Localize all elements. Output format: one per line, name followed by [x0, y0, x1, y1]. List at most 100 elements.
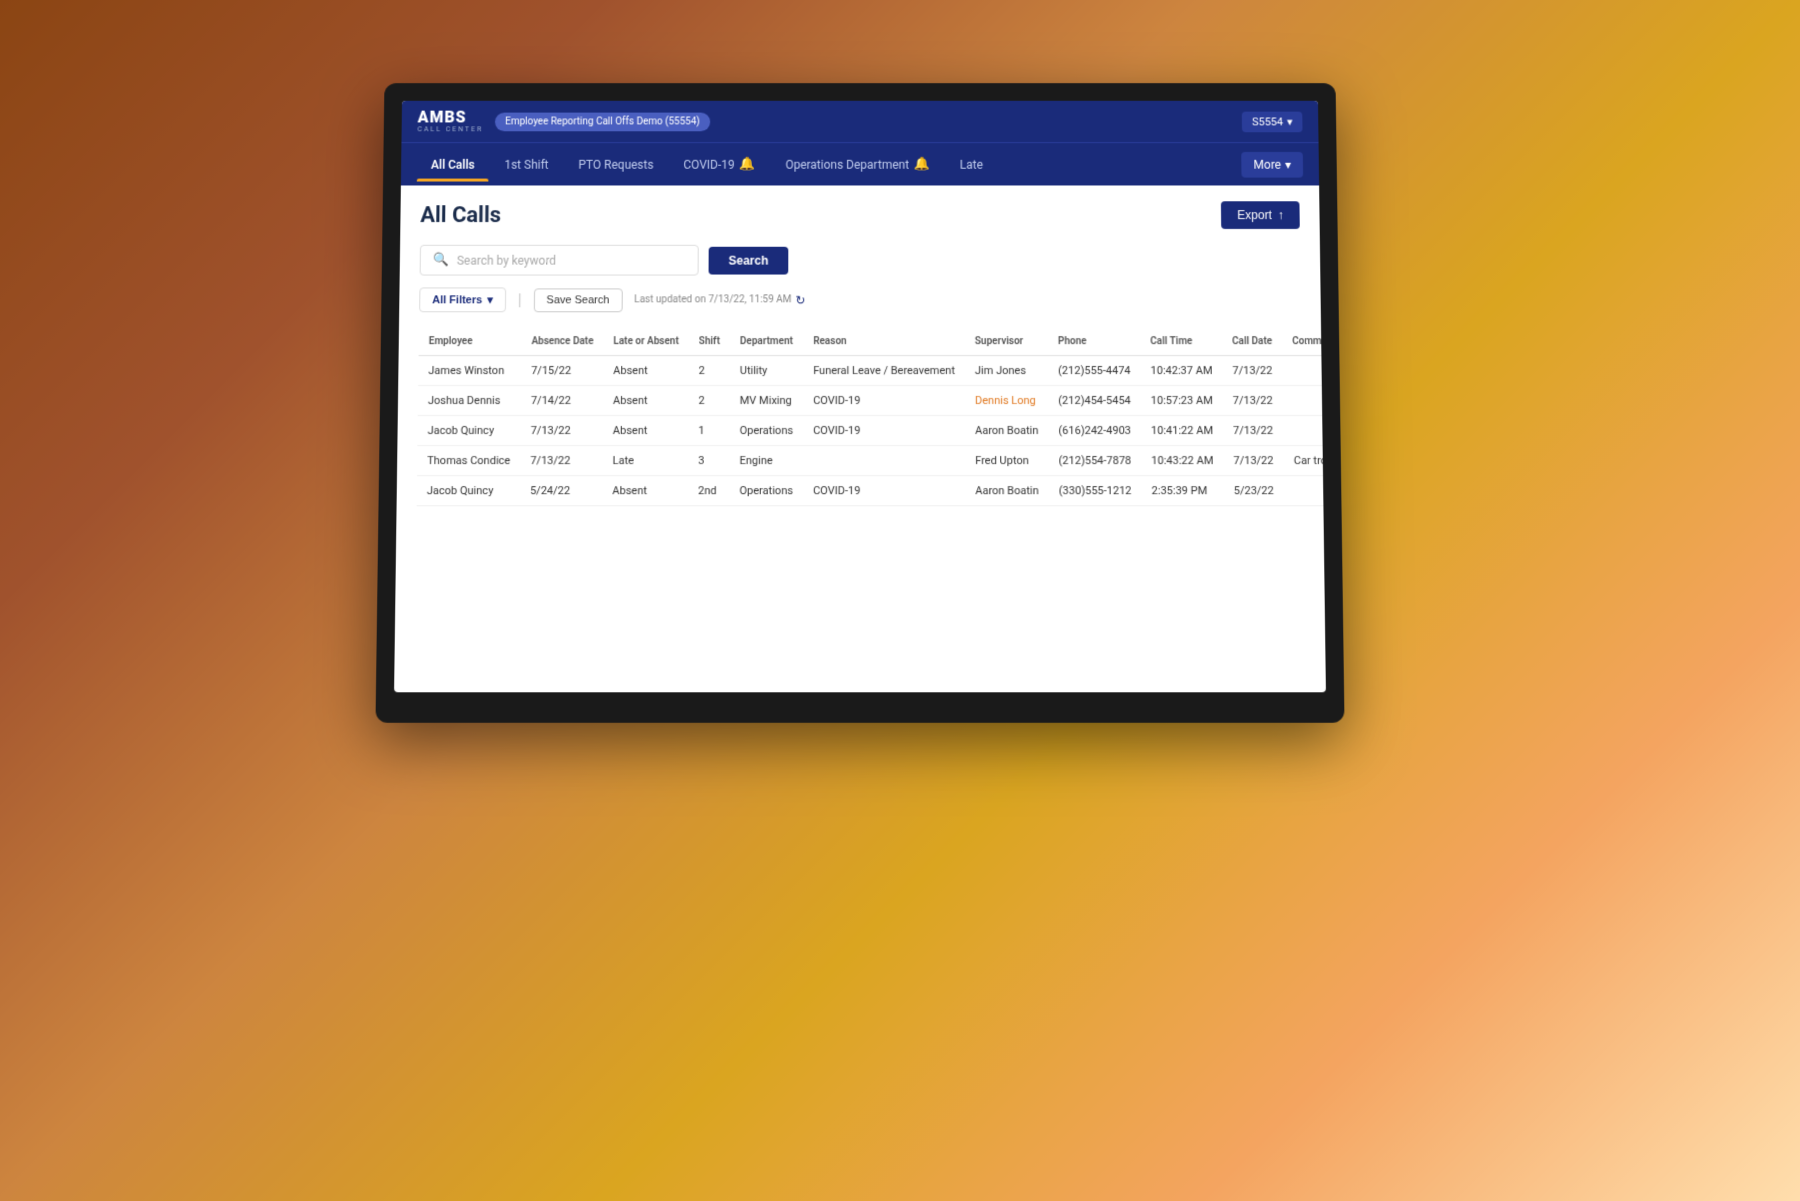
- user-id: S5554: [1252, 115, 1283, 128]
- table-row: Jacob Quincy 7/13/22 Absent 1 Operations…: [417, 415, 1326, 445]
- all-filters-button[interactable]: All Filters ▾: [419, 287, 506, 312]
- col-header-reason: Reason: [803, 328, 965, 355]
- cell-call-date: 7/13/22: [1223, 446, 1284, 476]
- last-updated-text: Last updated on 7/13/22, 11:59 AM: [634, 294, 791, 305]
- nav-item-1st-shift[interactable]: 1st Shift: [490, 149, 562, 179]
- cell-department: Utility: [730, 356, 803, 386]
- col-header-supervisor: Supervisor: [965, 328, 1048, 355]
- nav-item-covid19[interactable]: COVID-19 🔔: [669, 149, 769, 180]
- cell-shift: 1: [688, 415, 729, 445]
- nav-label-covid19: COVID-19: [683, 157, 734, 171]
- save-search-button[interactable]: Save Search: [533, 288, 622, 312]
- cell-call-time: 10:43:22 AM: [1141, 446, 1223, 476]
- cell-reason: COVID-19: [803, 476, 965, 506]
- cell-absence-date: 7/13/22: [520, 446, 603, 476]
- search-input[interactable]: Search by keyword: [457, 253, 556, 267]
- cell-phone: (212)554-7878: [1049, 446, 1142, 476]
- cell-call-date: 7/13/22: [1223, 386, 1284, 416]
- nav-label-all-calls: All Calls: [431, 157, 475, 171]
- search-button[interactable]: Search: [709, 246, 789, 274]
- cell-phone: (212)454-5454: [1048, 386, 1141, 416]
- cell-call-date: 7/13/22: [1223, 415, 1284, 445]
- nav-item-operations[interactable]: Operations Department 🔔: [771, 149, 944, 180]
- last-updated: Last updated on 7/13/22, 11:59 AM ↻: [634, 293, 805, 307]
- cell-absence-date: 5/24/22: [520, 476, 603, 506]
- logo-sub: CALL CENTER: [417, 125, 483, 133]
- data-table: Employee Absence Date Late or Absent Shi…: [417, 328, 1326, 506]
- cell-phone: (212)555-4474: [1048, 356, 1141, 386]
- cell-late-or-absent: Absent: [603, 386, 689, 416]
- export-icon: ↑: [1278, 208, 1284, 222]
- filter-dropdown-icon: ▾: [487, 293, 493, 306]
- nav-item-pto-requests[interactable]: PTO Requests: [564, 149, 667, 179]
- refresh-icon[interactable]: ↻: [796, 293, 806, 307]
- search-box: 🔍 Search by keyword: [420, 245, 699, 276]
- cell-supervisor[interactable]: Dennis Long: [965, 386, 1048, 416]
- nav-more-dropdown-icon: ▾: [1285, 157, 1291, 171]
- filter-row: All Filters ▾ | Save Search Last updated…: [419, 287, 1301, 312]
- nav-more-button[interactable]: More ▾: [1242, 151, 1304, 177]
- cell-reason: [803, 446, 965, 476]
- col-header-absence-date: Absence Date: [521, 328, 603, 355]
- table-header-row: Employee Absence Date Late or Absent Shi…: [419, 328, 1326, 355]
- cell-employee: Thomas Condice: [417, 446, 520, 476]
- cell-late-or-absent: Absent: [603, 356, 689, 386]
- col-header-call-time: Call Time: [1140, 328, 1222, 355]
- cell-late-or-absent: Late: [602, 446, 688, 476]
- search-icon: 🔍: [433, 253, 449, 268]
- nav-more-label: More: [1254, 157, 1282, 171]
- cell-department: Operations: [730, 415, 804, 445]
- cell-call-date: 5/23/22: [1224, 476, 1285, 506]
- cell-shift: 2: [689, 356, 730, 386]
- cell-supervisor: Jim Jones: [965, 356, 1048, 386]
- cell-supervisor: Aaron Boatin: [965, 476, 1049, 506]
- col-header-shift: Shift: [689, 328, 730, 355]
- col-header-call-date: Call Date: [1222, 328, 1282, 355]
- col-header-late-or-absent: Late or Absent: [603, 328, 689, 355]
- cell-department: MV Mixing: [730, 386, 803, 416]
- cell-supervisor: Aaron Boatin: [965, 415, 1049, 445]
- main-content: All Calls Export ↑ 🔍 Search by keyword S…: [396, 185, 1323, 522]
- laptop-wrapper: AMBS CALL CENTER Employee Reporting Call…: [380, 80, 1430, 980]
- cell-call-time: 10:41:22 AM: [1141, 415, 1223, 445]
- cell-phone: (616)242-4903: [1048, 415, 1141, 445]
- nav-bar: All Calls 1st Shift PTO Requests COVID-1…: [401, 142, 1319, 185]
- cell-absence-date: 7/15/22: [521, 356, 603, 386]
- all-filters-label: All Filters: [432, 294, 482, 306]
- export-button[interactable]: Export ↑: [1221, 201, 1300, 229]
- cell-comments: Car trouble: [1284, 446, 1326, 476]
- cell-absence-date: 7/14/22: [521, 386, 603, 416]
- cell-call-time: 10:42:37 AM: [1140, 356, 1222, 386]
- cell-employee: Jacob Quincy: [417, 415, 520, 445]
- cell-department: Engine: [729, 446, 803, 476]
- table-row: Thomas Condice 7/13/22 Late 3 Engine Fre…: [417, 446, 1326, 476]
- col-header-phone: Phone: [1048, 328, 1140, 355]
- cell-reason: COVID-19: [803, 415, 965, 445]
- nav-label-late: Late: [960, 157, 983, 171]
- screen-inner: AMBS CALL CENTER Employee Reporting Call…: [394, 101, 1326, 692]
- nav-label-pto-requests: PTO Requests: [578, 157, 653, 171]
- divider: |: [518, 290, 522, 309]
- nav-item-all-calls[interactable]: All Calls: [417, 149, 489, 179]
- page-title: All Calls: [420, 203, 501, 228]
- cell-shift: 2nd: [688, 476, 729, 506]
- cell-reason: COVID-19: [803, 386, 965, 416]
- cell-employee: James Winston: [418, 356, 521, 386]
- cell-employee: Joshua Dennis: [418, 386, 521, 416]
- nav-item-late[interactable]: Late: [946, 149, 997, 179]
- cell-late-or-absent: Absent: [602, 476, 688, 506]
- table-row: James Winston 7/15/22 Absent 2 Utility F…: [418, 356, 1326, 386]
- cell-call-date: 7/13/22: [1222, 356, 1283, 386]
- cell-comments: [1283, 415, 1326, 445]
- supervisor-link[interactable]: Dennis Long: [975, 394, 1036, 407]
- cell-call-time: 10:57:23 AM: [1141, 386, 1223, 416]
- col-header-department: Department: [730, 328, 803, 355]
- laptop-screen: AMBS CALL CENTER Employee Reporting Call…: [375, 83, 1344, 723]
- cell-reason: Funeral Leave / Bereavement: [803, 356, 965, 386]
- cell-employee: Jacob Quincy: [417, 476, 521, 506]
- cell-department: Operations: [729, 476, 803, 506]
- user-badge[interactable]: S5554 ▾: [1242, 111, 1303, 132]
- cell-supervisor: Fred Upton: [965, 446, 1049, 476]
- col-header-comments: Comments: [1282, 328, 1326, 355]
- cell-comments: [1283, 386, 1326, 416]
